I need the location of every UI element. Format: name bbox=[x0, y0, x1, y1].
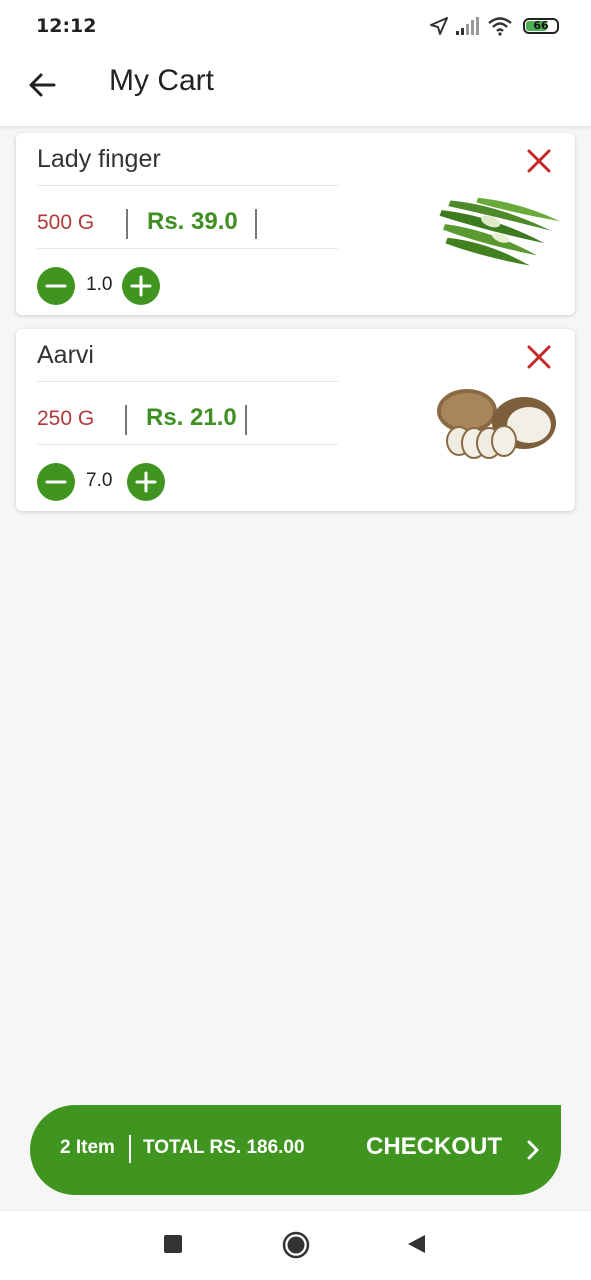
increase-quantity-button[interactable] bbox=[127, 463, 165, 501]
recents-icon[interactable] bbox=[162, 1233, 184, 1255]
item-name: Aarvi bbox=[37, 341, 94, 369]
minus-icon bbox=[45, 480, 67, 484]
status-bar: 12:12 66 bbox=[0, 0, 591, 54]
separator bbox=[255, 209, 257, 239]
location-icon bbox=[430, 17, 448, 35]
remove-item-button[interactable] bbox=[525, 147, 553, 175]
plus-icon bbox=[130, 275, 152, 297]
decrease-quantity-button[interactable] bbox=[37, 267, 75, 305]
quantity-value: 1.0 bbox=[86, 274, 113, 295]
status-icons: 66 bbox=[429, 16, 559, 38]
items-count: 2 Item bbox=[60, 1137, 115, 1158]
aarvi-image bbox=[437, 389, 556, 459]
plus-icon bbox=[135, 471, 157, 493]
arrow-left-icon bbox=[29, 73, 56, 97]
separator bbox=[129, 1135, 131, 1163]
item-name: Lady finger bbox=[37, 145, 161, 173]
status-time: 12:12 bbox=[36, 15, 97, 37]
battery-icon: 66 bbox=[523, 18, 559, 34]
item-price: Rs. 21.0 bbox=[146, 404, 237, 431]
item-price: Rs. 39.0 bbox=[147, 208, 238, 235]
close-icon bbox=[527, 149, 551, 173]
item-weight: 500 G bbox=[37, 211, 95, 234]
chevron-right-icon bbox=[527, 1140, 539, 1160]
back-icon[interactable] bbox=[405, 1233, 427, 1255]
checkout-label: CHECKOUT bbox=[366, 1133, 502, 1160]
decrease-quantity-button[interactable] bbox=[37, 463, 75, 501]
signal-icon bbox=[456, 17, 479, 35]
separator bbox=[245, 405, 247, 435]
checkout-button[interactable]: CHECKOUT bbox=[351, 1105, 541, 1195]
item-weight: 250 G bbox=[37, 407, 95, 430]
separator bbox=[126, 209, 128, 239]
page-title: My Cart bbox=[109, 64, 214, 97]
divider bbox=[37, 381, 338, 382]
remove-item-button[interactable] bbox=[525, 343, 553, 371]
checkout-bar: 2 Item TOTAL RS. 186.00 CHECKOUT bbox=[30, 1105, 561, 1195]
separator bbox=[125, 405, 127, 435]
minus-icon bbox=[45, 284, 67, 288]
system-nav-bar bbox=[0, 1210, 591, 1280]
back-button[interactable] bbox=[26, 68, 60, 102]
lady-finger-image bbox=[439, 197, 559, 266]
quantity-value: 7.0 bbox=[86, 470, 113, 491]
increase-quantity-button[interactable] bbox=[122, 267, 160, 305]
close-icon bbox=[527, 345, 551, 369]
cart-total: TOTAL RS. 186.00 bbox=[143, 1137, 305, 1158]
divider bbox=[37, 248, 338, 249]
divider bbox=[37, 185, 338, 186]
battery-level: 66 bbox=[533, 19, 549, 32]
divider bbox=[37, 444, 338, 445]
cart-item-aarvi: Aarvi 250 G Rs. 21.0 7.0 bbox=[16, 329, 575, 511]
wifi-icon bbox=[488, 17, 512, 36]
home-icon[interactable] bbox=[281, 1230, 311, 1260]
app-bar: My Cart bbox=[0, 54, 591, 126]
cart-item-lady-finger: Lady finger 500 G Rs. 39.0 1.0 bbox=[16, 133, 575, 315]
